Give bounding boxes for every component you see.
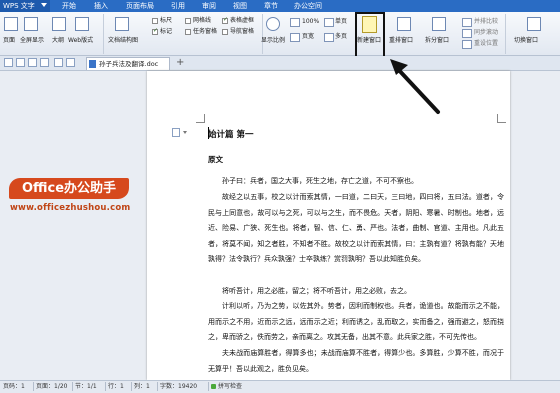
arrange-windows-icon[interactable]	[397, 17, 411, 31]
status-row: 行：1	[108, 383, 124, 390]
chevron-down-icon[interactable]	[41, 3, 47, 7]
table-gridlines-checkbox[interactable]	[222, 16, 228, 24]
switch-window-button[interactable]: 切换窗口	[514, 37, 538, 45]
status-divider	[72, 382, 73, 391]
open-folder-icon[interactable]	[16, 58, 25, 67]
print-icon[interactable]	[40, 58, 49, 67]
watermark-url: www.officezhushou.com	[10, 203, 131, 213]
status-page-num: 页码：1	[3, 383, 25, 390]
reset-position-icon[interactable]	[462, 40, 472, 49]
margin-corner-mark	[196, 114, 205, 123]
web-layout-icon[interactable]	[75, 17, 89, 31]
menu-references[interactable]: 引用	[171, 0, 185, 12]
menu-bar	[0, 0, 560, 12]
side-by-side-icon[interactable]	[462, 18, 472, 27]
gridlines-label: 网格线	[193, 17, 212, 24]
arrange-windows-button[interactable]: 重排窗口	[389, 37, 413, 45]
doc-tab-label: 孙子兵法及翻译.doc	[99, 60, 159, 68]
doc-structure-icon[interactable]	[115, 17, 129, 31]
pointer-arrow-icon	[390, 59, 440, 114]
new-doc-icon[interactable]	[4, 58, 13, 67]
nav-pane-checkbox[interactable]	[222, 29, 228, 35]
zoom-100-button[interactable]: 100%	[302, 18, 319, 26]
magnifier-icon[interactable]	[266, 17, 280, 31]
page-width-button[interactable]: 页宽	[302, 33, 314, 41]
status-divider	[131, 382, 132, 391]
doc-paragraph: 孙子曰：兵者，国之大事，死生之地，存亡之道，不可不察也。	[222, 177, 418, 185]
ruler-checkbox[interactable]	[152, 18, 158, 24]
spell-check-button[interactable]: 拼写检查	[218, 381, 242, 392]
ribbon-divider	[262, 14, 263, 54]
menu-review[interactable]: 审阅	[202, 0, 216, 12]
nav-pane-label: 导航窗格	[230, 28, 255, 35]
status-divider	[33, 382, 34, 391]
doc-structure-button[interactable]: 文档结构图	[108, 37, 138, 45]
redo-icon[interactable]	[66, 58, 75, 67]
doc-paragraph: 夫未战而庙算胜者，得算多也；未战而庙算不胜者，得算少也。多算胜，少算不胜，而况于…	[208, 349, 504, 373]
ruler-label: 标尺	[160, 17, 173, 24]
status-divider	[157, 382, 158, 391]
markup-label: 标记	[160, 28, 173, 35]
ribbon-divider	[103, 14, 104, 54]
ribbon-divider	[505, 14, 506, 54]
menu-office-space[interactable]: 办公空间	[294, 0, 322, 12]
page-width-icon[interactable]	[290, 33, 300, 42]
status-section: 节：1/1	[75, 383, 97, 390]
sync-scroll-icon[interactable]	[462, 29, 472, 38]
sync-scroll-button[interactable]: 同步滚动	[474, 29, 498, 37]
single-page-button[interactable]: 单页	[335, 18, 347, 26]
doc-subheading: 原文	[208, 155, 223, 164]
zoom-ratio-button[interactable]: 显示比例	[261, 37, 285, 45]
menu-page-layout[interactable]: 页面布局	[126, 0, 154, 12]
side-by-side-button[interactable]: 并排比较	[474, 18, 498, 26]
menu-chapter[interactable]: 章节	[264, 0, 278, 12]
web-layout-button[interactable]: Web版式	[68, 37, 93, 45]
app-name: WPS 文字	[3, 2, 35, 10]
status-col: 列：1	[134, 383, 150, 390]
highlight-box	[355, 12, 385, 58]
switch-window-icon[interactable]	[527, 17, 541, 31]
outline-button[interactable]: 大纲	[52, 37, 64, 45]
page-view-button[interactable]: 页面	[3, 37, 15, 45]
split-window-icon[interactable]	[432, 17, 446, 31]
table-gridlines-label: 表格虚框	[230, 17, 255, 24]
multi-page-button[interactable]: 多页	[335, 33, 347, 41]
split-window-button[interactable]: 拆分窗口	[425, 37, 449, 45]
single-page-icon[interactable]	[324, 18, 334, 27]
multi-page-icon[interactable]	[324, 33, 334, 42]
save-icon[interactable]	[28, 58, 37, 67]
doc-paragraph: 计利以听，乃为之势，以佐其外。势者，因利而制权也。兵者，诡道也。故能而示之不能，…	[208, 302, 504, 342]
new-tab-button[interactable]: +	[176, 56, 186, 70]
chevron-down-icon[interactable]	[183, 131, 187, 134]
page-view-icon[interactable]	[4, 17, 18, 31]
menu-start[interactable]: 开始	[62, 0, 76, 12]
doc-heading: 始计篇 第一	[208, 130, 254, 140]
status-pages[interactable]: 页面：1/20	[36, 381, 67, 392]
word-doc-icon	[89, 60, 96, 68]
fullscreen-icon[interactable]	[24, 17, 38, 31]
reset-position-button[interactable]: 重设位置	[474, 40, 498, 48]
doc-tab-bar	[0, 56, 560, 71]
menu-insert[interactable]: 插入	[94, 0, 108, 12]
doc-paragraph: 故经之以五事，校之以计而索其情，一曰道，二曰天，三曰地，四曰将，五曰法。道者，令…	[208, 193, 504, 264]
watermark-badge: Office办公助手	[9, 178, 129, 199]
task-pane-checkbox[interactable]	[185, 29, 191, 35]
zoom-100-icon[interactable]	[290, 18, 300, 27]
undo-icon[interactable]	[54, 58, 63, 67]
status-divider	[105, 382, 106, 391]
status-divider	[208, 382, 209, 391]
margin-corner-mark	[497, 114, 506, 123]
outline-icon[interactable]	[52, 17, 66, 31]
gridlines-checkbox[interactable]	[185, 18, 191, 24]
fullscreen-button[interactable]: 全屏显示	[20, 37, 44, 45]
doc-paragraph: 将听吾计，用之必胜，留之；将不听吾计，用之必败，去之。	[222, 287, 411, 295]
page-menu-icon[interactable]	[172, 128, 180, 137]
spell-check-icon[interactable]	[211, 384, 216, 389]
status-word-count[interactable]: 字数：19420	[160, 381, 197, 392]
menu-view[interactable]: 视图	[233, 0, 247, 12]
task-pane-label: 任务窗格	[193, 28, 218, 35]
doc-tab[interactable]: 孙子兵法及翻译.doc	[86, 57, 170, 70]
markup-checkbox[interactable]	[152, 27, 158, 35]
